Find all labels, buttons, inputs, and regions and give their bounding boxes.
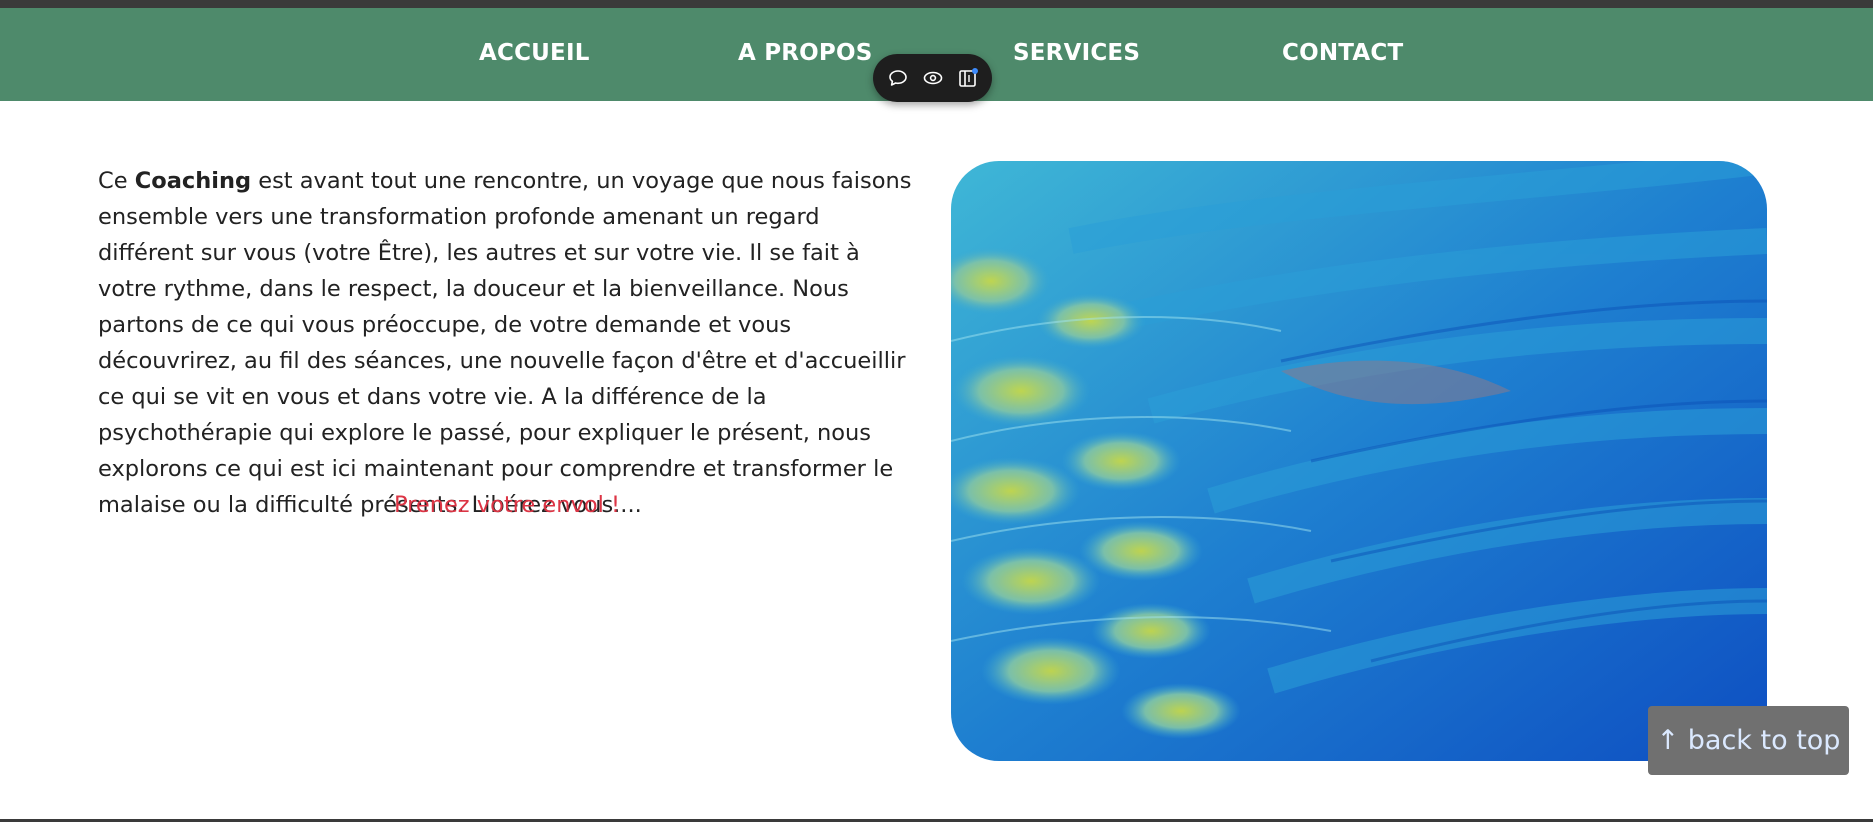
floating-toolbar — [873, 54, 992, 102]
panel-icon[interactable] — [956, 66, 980, 90]
eye-icon[interactable] — [921, 66, 945, 90]
feather-image — [951, 161, 1767, 761]
arrow-up-icon: ↑ — [1656, 725, 1680, 756]
nav-contact[interactable]: CONTACT — [1282, 38, 1403, 68]
back-to-top-button[interactable]: ↑ back to top — [1648, 706, 1849, 775]
comment-icon[interactable] — [886, 66, 910, 90]
nav-accueil[interactable]: ACCUEIL — [479, 38, 590, 68]
nav-services[interactable]: SERVICES — [1013, 38, 1140, 68]
back-to-top-label: back to top — [1687, 725, 1841, 756]
top-border — [0, 0, 1873, 8]
tagline: Prenez votre envol ! — [393, 492, 621, 518]
intro-paragraph: Ce Coaching est avant tout une rencontre… — [98, 163, 920, 523]
nav-a-propos[interactable]: A PROPOS — [738, 38, 873, 68]
intro-body: est avant tout une rencontre, un voyage … — [98, 168, 912, 518]
intro-prefix: Ce — [98, 168, 135, 194]
coaching-keyword: Coaching — [134, 168, 252, 194]
